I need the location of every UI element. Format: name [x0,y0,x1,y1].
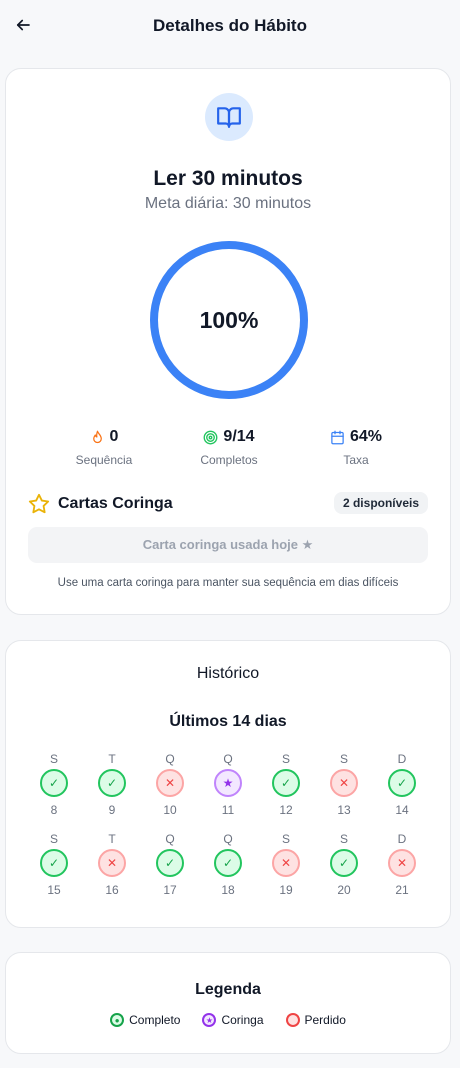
wildcards-header: Cartas Coringa 2 disponíveis [28,491,428,517]
x-icon: ✕ [156,769,184,797]
day-weekday-label: S [339,752,348,766]
history-card: Histórico Últimos 14 dias S ✓ 8 T ✓ 9 Q ✕ 10 Q ★ 11… [5,640,451,928]
day-number: 11 [221,803,235,817]
day-weekday-label: S [281,752,290,766]
legend-label: Perdido [304,1013,346,1027]
stat-streak-value: 0 [109,428,119,445]
day-weekday-label: Q [165,832,175,846]
day-weekday-label: S [49,832,58,846]
history-title: Histórico [196,665,260,682]
check-icon: ✓ [40,769,68,797]
calendar-icon [331,430,344,444]
day-weekday-label: S [339,832,348,846]
day-weekday-label: Q [223,832,233,846]
legend-label: Completo [129,1013,181,1027]
day-number: 9 [108,803,116,817]
check-icon: ✓ [330,849,358,877]
habit-name: Ler 30 minutos [153,167,303,190]
day-number: 21 [395,883,409,897]
history-day[interactable]: S ✓ 15 [34,831,74,897]
habit-icon-badge [205,93,253,141]
wildcards-available-badge: 2 disponíveis [333,492,428,514]
day-number: 14 [395,803,409,817]
day-number: 18 [221,883,235,897]
history-day[interactable]: S ✕ 13 [324,751,364,817]
day-weekday-label: S [49,752,58,766]
check-icon: ✓ [272,769,300,797]
stat-completed-label: Completos [200,453,258,467]
check-icon: ✓ [40,849,68,877]
star-icon: ★ [214,769,242,797]
star-icon [28,493,50,514]
x-icon: ✕ [330,769,358,797]
history-day[interactable]: T ✕ 16 [92,831,132,897]
day-number: 8 [50,803,58,817]
day-number: 19 [279,883,293,897]
legend-item-wild: ★ Coringa [202,1013,264,1027]
legend-item-complete: ● Completo [110,1013,180,1027]
history-subtitle: Últimos 14 dias [169,713,287,730]
legend-items: ● Completo ★ Coringa Perdido [6,1013,450,1027]
history-day[interactable]: T ✓ 9 [92,751,132,817]
stat-streak-label: Sequência [75,453,133,467]
day-weekday-label: Q [223,752,233,766]
wildcards-title: Cartas Coringa [58,495,173,512]
habit-goal: Meta diária: 30 minutos [144,195,312,212]
day-weekday-label: T [108,752,116,766]
history-day[interactable]: D ✕ 21 [382,831,422,897]
flame-icon [92,430,102,443]
day-number: 13 [337,803,351,817]
check-icon: ✓ [156,849,184,877]
stat-streak: 0 Sequência [44,427,164,467]
check-icon: ✓ [214,849,242,877]
page-title: Detalhes do Hábito [153,16,307,35]
legend-card: Legenda ● Completo ★ Coringa Perdido [5,952,451,1054]
wildcards-hint: Use uma carta coringa para manter sua se… [57,577,399,589]
day-number: 12 [279,803,293,817]
history-day[interactable]: Q ★ 11 [208,751,248,817]
stat-rate: 64% Taxa [296,427,416,467]
history-day[interactable]: Q ✕ 10 [150,751,190,817]
legend-title: Legenda [195,981,261,998]
target-icon [203,430,218,444]
day-weekday-label: S [281,832,290,846]
history-day[interactable]: S ✓ 8 [34,751,74,817]
history-day[interactable]: Q ✓ 18 [208,831,248,897]
app-header: Detalhes do Hábito [0,0,460,54]
day-number: 20 [337,883,351,897]
stat-completed: 9/14 Completos [169,427,289,467]
stat-rate-label: Taxa [343,453,369,467]
progress-percent: 100% [199,306,259,333]
use-wildcard-button[interactable]: Carta coringa usada hoje ★ [28,527,428,563]
day-weekday-label: D [397,832,407,846]
day-weekday-label: T [108,832,116,846]
day-number: 15 [47,883,61,897]
history-day[interactable]: S ✓ 20 [324,831,364,897]
day-weekday-label: D [397,752,407,766]
history-day[interactable]: Q ✓ 17 [150,831,190,897]
wild-star-icon: ★ [202,1013,217,1027]
check-icon: ✓ [98,769,126,797]
x-icon: ✕ [388,849,416,877]
stat-rate-value: 64% [349,428,383,445]
habit-detail-card: Ler 30 minutos Meta diária: 30 minutos 1… [5,68,451,615]
day-number: 10 [163,803,177,817]
history-day[interactable]: S ✓ 12 [266,751,306,817]
legend-label: Coringa [221,1013,264,1027]
missed-dot-icon [285,1013,300,1027]
day-weekday-label: Q [165,752,175,766]
day-number: 16 [105,883,119,897]
check-icon: ✓ [388,769,416,797]
history-day[interactable]: S ✕ 19 [266,831,306,897]
book-open-icon [217,107,241,128]
legend-item-missed: Perdido [285,1013,346,1027]
day-number: 17 [163,883,177,897]
history-day[interactable]: D ✓ 14 [382,751,422,817]
x-icon: ✕ [272,849,300,877]
x-icon: ✕ [98,849,126,877]
complete-dot-icon: ● [110,1013,125,1027]
stat-completed-value: 9/14 [223,428,255,445]
